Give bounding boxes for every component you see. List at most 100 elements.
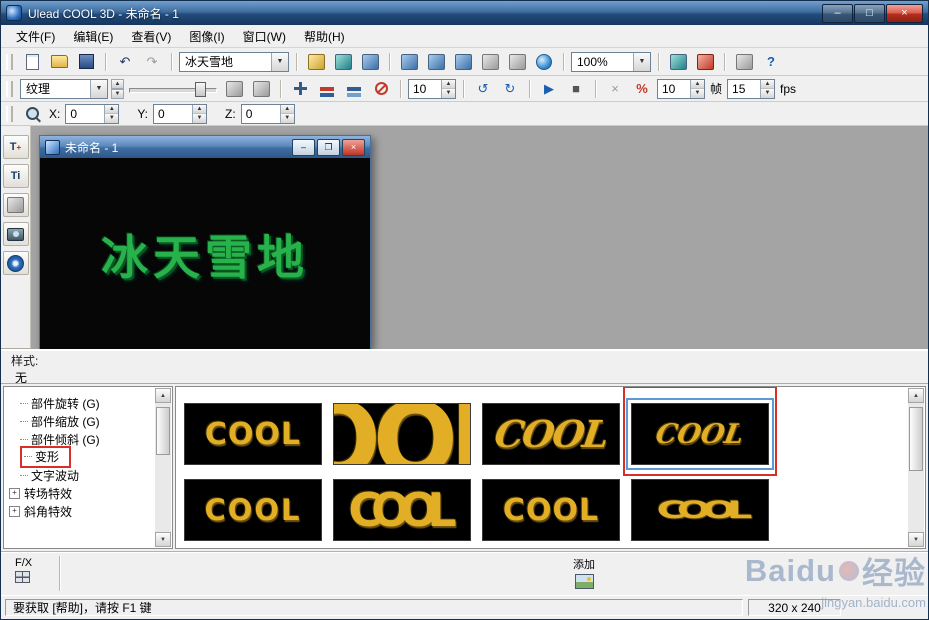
spin-up-icon[interactable]: ▲ bbox=[105, 104, 119, 114]
frame-spinner[interactable]: 10 ▲ ▼ bbox=[657, 78, 705, 99]
play-button[interactable]: ▶ bbox=[537, 78, 561, 100]
spin-down-icon[interactable]: ▼ bbox=[105, 114, 119, 123]
document-minimize-button[interactable]: – bbox=[292, 138, 315, 156]
zoom-combo[interactable]: 100% ▼ bbox=[571, 51, 651, 72]
save-button[interactable] bbox=[74, 51, 98, 73]
fx-grid-icon[interactable] bbox=[15, 571, 30, 583]
division-spinner[interactable]: 10 ▲ ▼ bbox=[408, 78, 456, 99]
thumbnail-5[interactable]: COOL bbox=[184, 479, 322, 541]
3d-canvas[interactable]: 冰天雪地 bbox=[40, 158, 370, 349]
document-close-button[interactable]: × bbox=[342, 138, 365, 156]
maximize-button[interactable]: □ bbox=[854, 3, 885, 23]
spin-down-icon[interactable]: ▼ bbox=[442, 89, 455, 98]
menu-help[interactable]: 帮助(H) bbox=[295, 25, 354, 48]
thumbnail-7[interactable]: COOL bbox=[482, 479, 620, 541]
thumbnail-6[interactable]: COOL bbox=[333, 479, 471, 541]
tree-item-part-rotate[interactable]: 部件旋转 (G) bbox=[8, 394, 154, 412]
thumbnail-4-selected[interactable]: COOL bbox=[623, 387, 777, 476]
menu-edit[interactable]: 编辑(E) bbox=[64, 25, 122, 48]
open-file-button[interactable] bbox=[47, 51, 71, 73]
canvas-text[interactable]: 冰天雪地 bbox=[101, 219, 309, 288]
next-keyframe-button[interactable] bbox=[249, 78, 273, 100]
keyframe-list-button[interactable] bbox=[342, 78, 366, 100]
spin-down-icon[interactable]: ▼ bbox=[193, 114, 207, 123]
scroll-up-icon[interactable]: ▲ bbox=[155, 388, 171, 403]
scroll-up-icon[interactable]: ▲ bbox=[908, 388, 924, 403]
export-gif-button[interactable] bbox=[666, 51, 690, 73]
rotate-tool-button[interactable] bbox=[331, 51, 355, 73]
chevron-down-icon[interactable]: ▼ bbox=[633, 52, 650, 71]
disable-effect-button[interactable] bbox=[369, 78, 393, 100]
spin-down-icon[interactable]: ▼ bbox=[111, 88, 124, 99]
spin-down-icon[interactable]: ▼ bbox=[761, 89, 775, 98]
spin-up-icon[interactable]: ▲ bbox=[442, 79, 455, 89]
tree-expand-icon[interactable]: + bbox=[9, 487, 20, 499]
insert-graphics-button[interactable] bbox=[2, 193, 29, 217]
export-video-button[interactable] bbox=[693, 51, 717, 73]
scroll-thumb[interactable] bbox=[909, 407, 923, 471]
tree-scrollbar[interactable]: ▲ ▼ bbox=[155, 388, 171, 547]
spin-up-icon[interactable]: ▲ bbox=[193, 104, 207, 114]
preset-combo[interactable]: 冰天雪地 ▼ bbox=[179, 51, 289, 72]
pan-tool-button[interactable] bbox=[304, 51, 328, 73]
transform-mode-button[interactable] bbox=[20, 103, 44, 125]
prev-keyframe-button[interactable] bbox=[222, 78, 246, 100]
toolbar-grip[interactable] bbox=[6, 53, 13, 70]
percent-button[interactable]: % bbox=[630, 78, 654, 100]
spell-check-button[interactable] bbox=[732, 51, 756, 73]
undo-button[interactable]: ↶ bbox=[113, 51, 137, 73]
add-preset-icon[interactable] bbox=[574, 574, 594, 589]
edit-text-button[interactable]: Ti bbox=[2, 164, 29, 188]
close-button[interactable]: × bbox=[886, 3, 923, 23]
spin-down-icon[interactable]: ▼ bbox=[691, 89, 704, 98]
view-mode-button-1[interactable] bbox=[397, 51, 421, 73]
globe-button[interactable] bbox=[532, 51, 556, 73]
spin-down-icon[interactable]: ▼ bbox=[280, 114, 294, 123]
mini-spinner[interactable]: ▲ ▼ bbox=[111, 78, 124, 99]
tree-item-transition-effects[interactable]: + 转场特效 bbox=[8, 484, 154, 502]
spin-up-icon[interactable]: ▲ bbox=[761, 79, 775, 89]
gallery-scrollbar[interactable]: ▲ ▼ bbox=[908, 388, 924, 547]
view-mode-button-4[interactable] bbox=[478, 51, 502, 73]
y-spinner[interactable]: 0 ▲ ▼ bbox=[153, 103, 208, 124]
minimize-button[interactable]: – bbox=[822, 3, 853, 23]
insert-text-button[interactable]: T + bbox=[2, 135, 29, 159]
fps-spinner[interactable]: 15 ▲ ▼ bbox=[727, 78, 776, 99]
texture-combo[interactable]: 纹理 ▼ bbox=[20, 78, 108, 99]
tree-item-part-scale[interactable]: 部件缩放 (G) bbox=[8, 412, 154, 430]
document-titlebar[interactable]: 未命名 - 1 – ❐ × bbox=[40, 136, 370, 158]
document-restore-button[interactable]: ❐ bbox=[317, 138, 340, 156]
view-mode-button-2[interactable] bbox=[424, 51, 448, 73]
toolbar-grip[interactable] bbox=[6, 105, 13, 122]
scroll-down-icon[interactable]: ▼ bbox=[908, 532, 924, 547]
x-spinner[interactable]: 0 ▲ ▼ bbox=[65, 103, 120, 124]
new-document-button[interactable] bbox=[20, 51, 44, 73]
tree-item-bevel-effects[interactable]: + 斜角特效 bbox=[8, 502, 154, 520]
spin-up-icon[interactable]: ▲ bbox=[280, 104, 294, 114]
stop-button[interactable]: ■ bbox=[564, 78, 588, 100]
redo-button[interactable]: ↷ bbox=[140, 51, 164, 73]
z-spinner[interactable]: 0 ▲ ▼ bbox=[240, 103, 295, 124]
loop-backward-button[interactable]: ↺ bbox=[471, 78, 495, 100]
spin-up-icon[interactable]: ▲ bbox=[111, 78, 124, 89]
cancel-render-button[interactable]: × bbox=[603, 78, 627, 100]
view-mode-button-5[interactable] bbox=[505, 51, 529, 73]
tree-item-deform[interactable]: 变形 bbox=[8, 446, 154, 468]
menu-window[interactable]: 窗口(W) bbox=[234, 25, 295, 48]
record-button[interactable] bbox=[2, 251, 29, 275]
loop-forward-button[interactable]: ↻ bbox=[498, 78, 522, 100]
insert-image-button[interactable] bbox=[2, 222, 29, 246]
remove-keyframe-button[interactable] bbox=[315, 78, 339, 100]
menu-view[interactable]: 查看(V) bbox=[122, 25, 180, 48]
tree-item-text-wave[interactable]: 文字波动 bbox=[8, 466, 154, 484]
scroll-down-icon[interactable]: ▼ bbox=[155, 532, 171, 547]
thumbnail-8[interactable]: COOL bbox=[631, 479, 769, 541]
chevron-down-icon[interactable]: ▼ bbox=[90, 79, 107, 98]
chevron-down-icon[interactable]: ▼ bbox=[271, 52, 288, 71]
menu-file[interactable]: 文件(F) bbox=[7, 25, 64, 48]
spin-up-icon[interactable]: ▲ bbox=[691, 79, 704, 89]
toolbar-grip[interactable] bbox=[6, 80, 13, 97]
scroll-thumb[interactable] bbox=[156, 407, 170, 455]
slider-thumb[interactable] bbox=[195, 81, 206, 97]
menu-image[interactable]: 图像(I) bbox=[180, 25, 233, 48]
